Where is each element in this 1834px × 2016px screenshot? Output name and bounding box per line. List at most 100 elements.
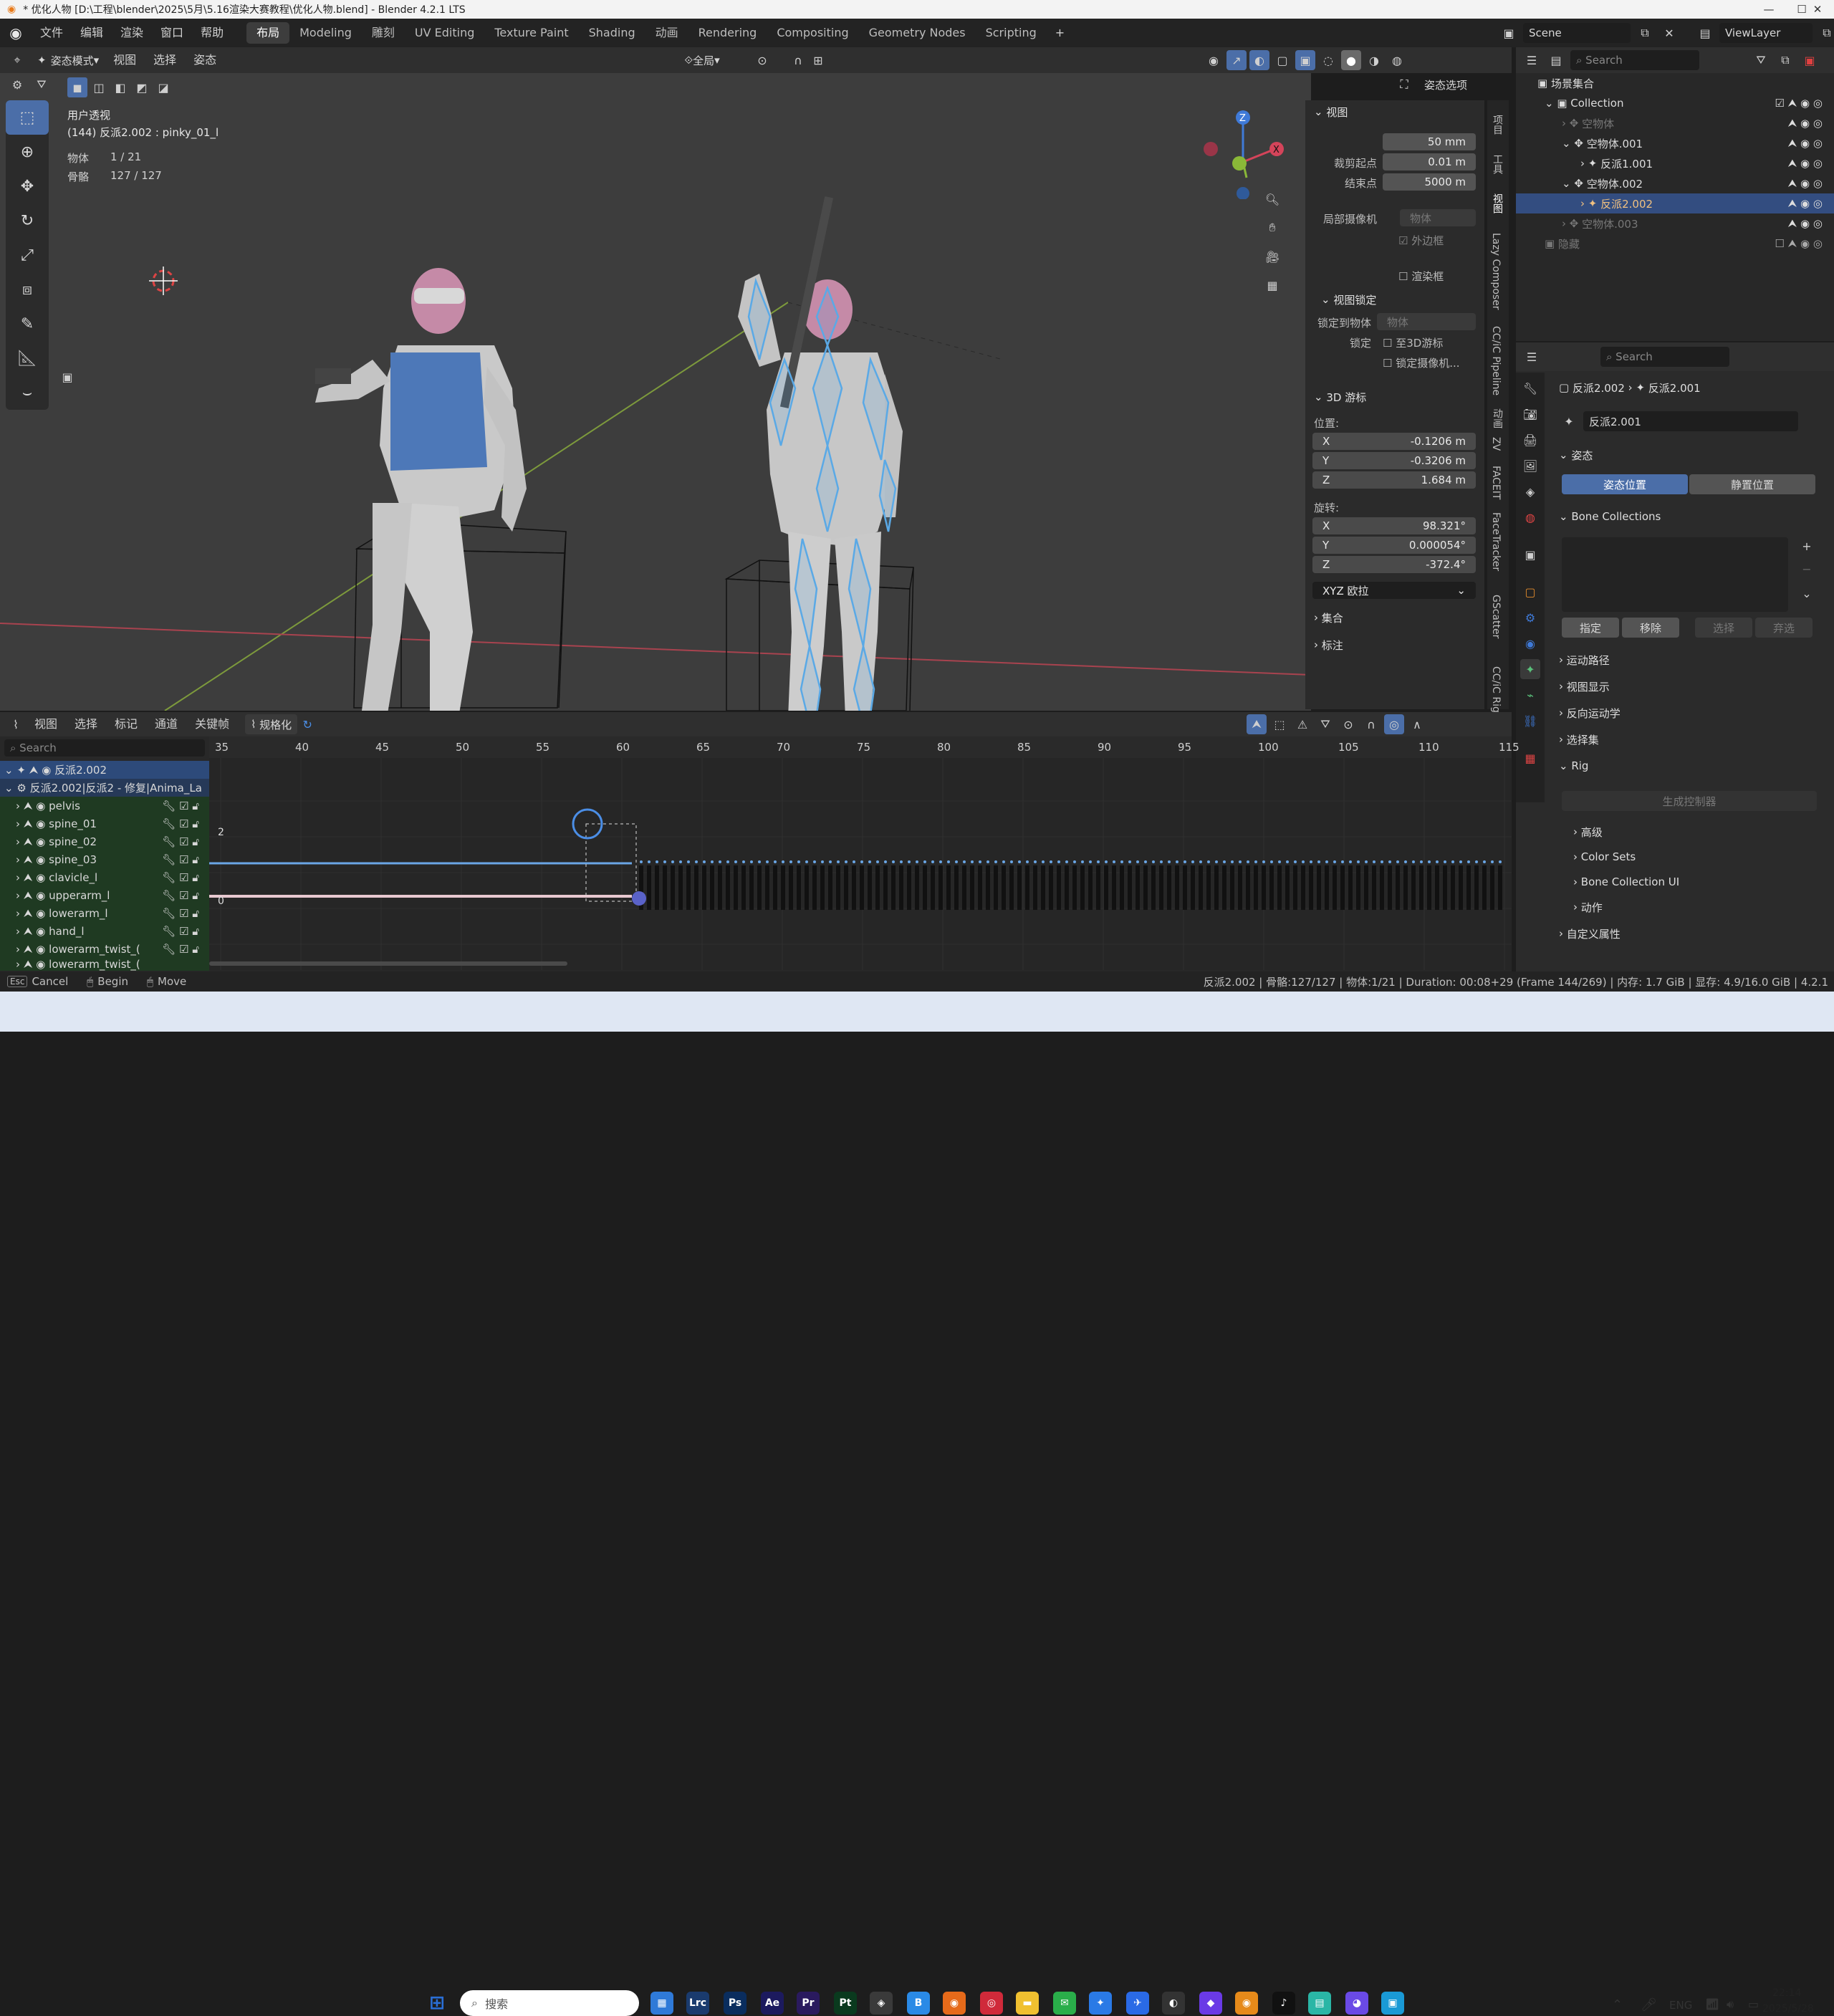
keyframe-point[interactable] [1113,860,1115,863]
view-layer-props-icon[interactable]: 🖼︎ [1520,456,1540,476]
tab-geometry-nodes[interactable]: Geometry Nodes [859,22,976,44]
bone-tool-icon[interactable]: ⌣ [6,375,49,410]
graph-menu-select[interactable]: 选择 [66,710,106,739]
select-subtract-icon[interactable]: ◧ [110,77,130,97]
channel-toggles-icon[interactable]: 🔧︎ ☑ 🔓︎ [162,925,199,938]
keyframe-point[interactable] [1333,860,1336,863]
keyframe-point[interactable] [1404,860,1407,863]
keyframe-point[interactable] [1491,860,1494,863]
keyframe-point[interactable] [963,860,966,863]
outliner-row-active[interactable]: › ✦ 反派2.002 ⮝ ◉ ◎ [1516,193,1834,213]
premiere-icon[interactable]: Pr [797,1992,820,2015]
scene-props-icon[interactable]: ◈ [1520,481,1540,501]
keyframe-point[interactable] [1128,860,1131,863]
keyframe-point[interactable] [1381,860,1383,863]
bone-collection-ui-header[interactable]: › Bone Collection UI [1573,871,1831,893]
snap-target-icon[interactable]: ⊞ [808,50,828,70]
keyframe-point[interactable] [900,860,903,863]
visibility-icon[interactable]: ◉ [1204,50,1224,70]
keyframe-point[interactable] [876,860,879,863]
tab-compositing[interactable]: Compositing [767,22,858,44]
selection-sets-header[interactable]: › 选择集 [1559,729,1817,750]
lock-cursor-checkbox[interactable]: ☐ 至3D游标 [1383,335,1443,350]
remove-button[interactable]: 移除 [1622,618,1679,638]
object-props-icon[interactable]: ▢ [1520,582,1540,602]
row-toggles-icon[interactable]: ⮝ ◉ ◎ [1788,117,1823,130]
keyframe-point[interactable] [821,860,824,863]
windows-start-icon[interactable]: ⊞ [426,1992,448,2015]
side-tab-facetracker[interactable]: FaceTracker [1490,512,1502,571]
shading-solid-icon[interactable]: ● [1341,50,1361,70]
keyframe-point[interactable] [1412,860,1415,863]
keyframe-point[interactable] [1018,860,1021,863]
channel-toggles-icon[interactable]: 🔧︎ ☑ 🔓︎ [162,889,199,902]
pose-section-header[interactable]: ⌄ 姿态 [1559,444,1817,466]
close-window-button[interactable]: ✕ [1801,0,1834,19]
keyframe-point[interactable] [955,860,958,863]
keyframe-point[interactable] [837,860,840,863]
keyframe-point[interactable] [1357,860,1360,863]
editor-type-icon[interactable]: ⌖ [7,50,27,70]
add-collection-icon[interactable]: + [1797,536,1817,556]
keyframe-point[interactable] [1089,860,1092,863]
keyframe-point[interactable] [1444,860,1446,863]
keyframe-point[interactable] [656,860,658,863]
view-lock-section-header[interactable]: ⌄ 视图锁定 [1312,288,1376,311]
keyframe-point[interactable] [1199,860,1202,863]
file-explorer-icon[interactable]: ▬ [1016,1992,1039,2015]
show-hidden-icon[interactable]: ⬚ [1269,714,1290,734]
auto-normalize-icon[interactable]: ↻ [297,714,317,734]
keyframe-point[interactable] [1396,860,1399,863]
keyframe-point[interactable] [971,860,974,863]
row-toggles-icon[interactable]: ⮝ ◉ ◎ [1788,197,1823,210]
pivot-icon[interactable]: ⊙ [752,50,772,70]
properties-search[interactable]: ⌕ Search [1600,347,1729,367]
advanced-header[interactable]: › 高级 [1573,821,1831,843]
channel-toggles-icon[interactable]: 🔧︎ ☑ 🔓︎ [162,907,199,920]
keyframe-point[interactable] [1207,860,1210,863]
local-camera-field[interactable]: 物体 [1400,209,1476,226]
row-toggles-icon[interactable]: ☑ ⮝ ◉ ◎ [1775,97,1823,110]
3d-viewport[interactable]: 用户透视 (144) 反派2.002 : pinky_01_l 物体 1 / 2… [0,73,1311,711]
wifi-icon[interactable]: 📶︎ [1705,1997,1719,2011]
graph-menu-key[interactable]: 关键帧 [186,710,238,739]
app-icon-3[interactable]: ◆ [1199,1992,1222,2015]
tiktok-icon[interactable]: ♪ [1272,1992,1295,2015]
annotate-tool-icon[interactable]: ✎ [6,307,49,341]
bone-collections-list[interactable] [1562,537,1788,612]
input-language[interactable]: ENG [1669,1999,1692,2012]
app-icon-4[interactable]: ▣ [1381,1992,1404,2015]
graph-editor-type-icon[interactable]: ⌇ [6,714,26,734]
normalize-toggle[interactable]: ⌇ 规格化 [245,714,298,734]
feishu-icon[interactable]: ✈ [1126,1992,1149,2015]
keyframe-point[interactable] [1451,860,1454,863]
side-tab-cc-pipeline[interactable]: CC/iC Pipeline [1490,326,1502,395]
select-intersect-icon[interactable]: ◪ [153,77,173,97]
keyframe-point[interactable] [703,860,706,863]
measure-tool-icon[interactable]: 📐︎ [6,341,49,375]
keyframe-point[interactable] [1105,860,1108,863]
viewport-display-header[interactable]: › 视图显示 [1559,676,1817,697]
keyframe-point[interactable] [1152,860,1155,863]
menu-file[interactable]: 文件 [32,19,72,47]
keyframe-point[interactable] [640,860,643,863]
modifier-props-icon[interactable]: ⚙ [1520,608,1540,628]
cursor-rot-x[interactable]: X 98.321° [1312,517,1476,534]
motion-paths-header[interactable]: › 运动路径 [1559,649,1817,671]
row-toggles-icon[interactable]: ⮝ ◉ ◎ [1788,137,1823,150]
display-mode-icon[interactable]: ▤ [1546,50,1566,70]
lock-to-object-field[interactable]: 物体 [1377,313,1476,330]
only-errors-icon[interactable]: ⚠ [1292,714,1312,734]
transform-tool-icon[interactable]: ⧈ [6,272,49,307]
outliner-row[interactable]: ⌄ ✥ 空物体.001 ⮝ ◉ ◎ [1516,133,1834,153]
shading-material-icon[interactable]: ◑ [1364,50,1384,70]
keyframe-point[interactable] [797,860,800,863]
channel-action-row[interactable]: ⌄ ⚙ 反派2.002|反派2 - 修复|Anima_La [0,779,209,797]
filter-icon[interactable]: ⛛ [32,75,52,95]
rest-position-button[interactable]: 静置位置 [1689,474,1815,494]
channel-bone-row[interactable]: › ⮝ ◉ pelvis 🔧︎ ☑ 🔓︎ [0,797,209,815]
keyframe-point[interactable] [695,860,698,863]
keyframe-point[interactable] [1073,860,1076,863]
pycharm-icon[interactable]: Pt [834,1992,857,2015]
channel-bone-row[interactable]: › ⮝ ◉ lowerarm_twist_( [0,958,209,971]
